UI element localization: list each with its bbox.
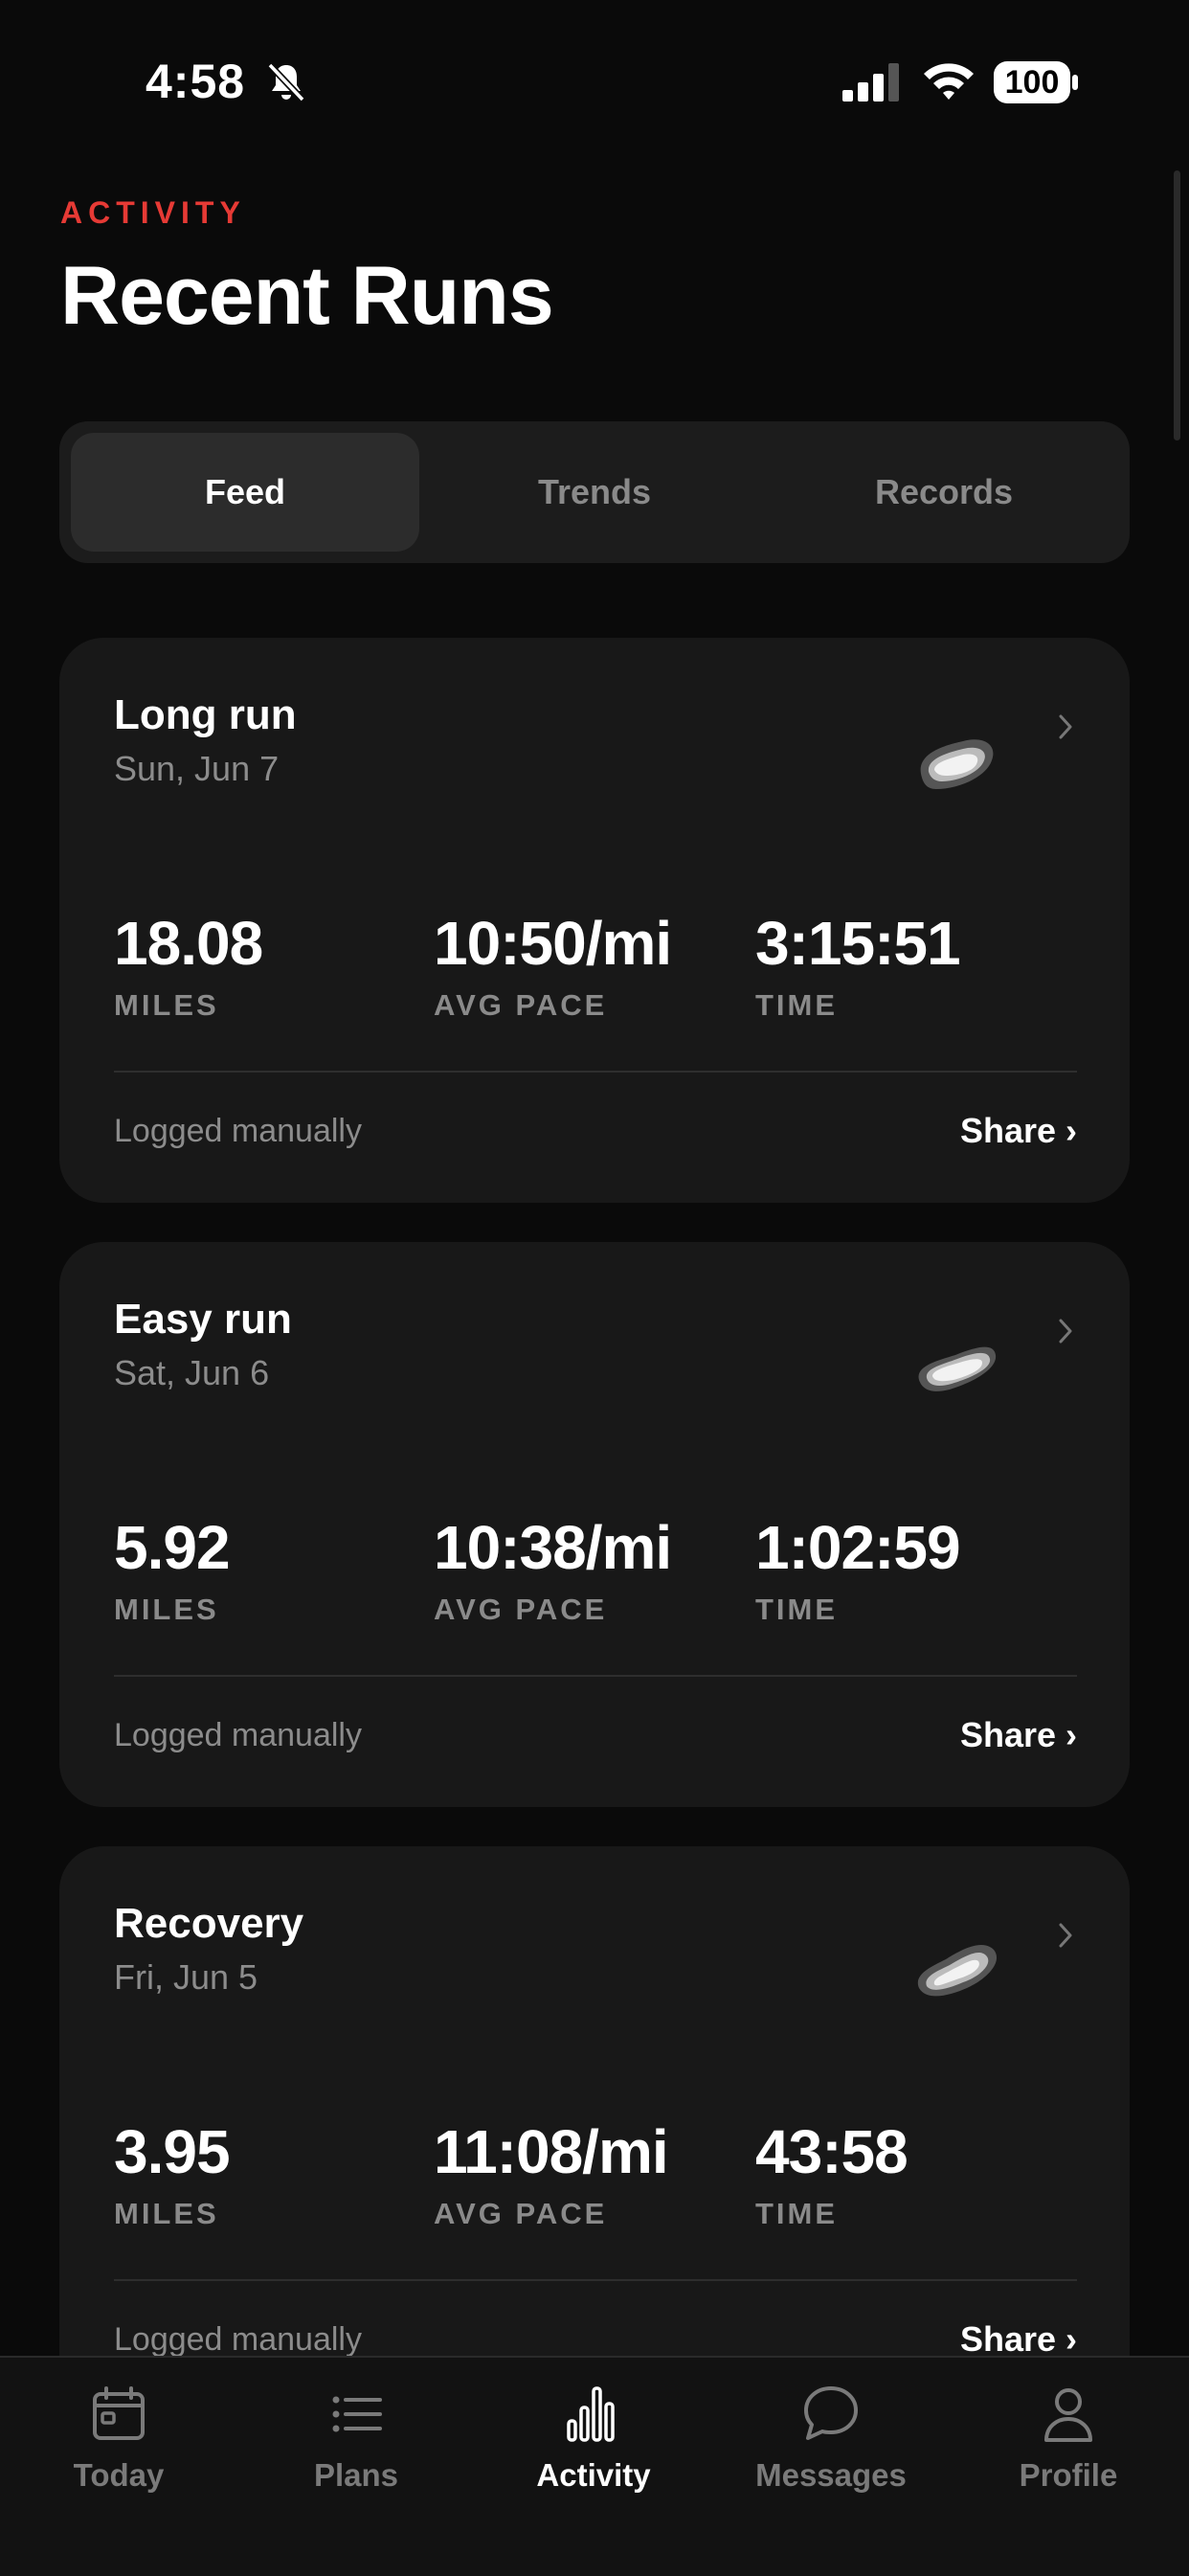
run-date: Sun, Jun 7 xyxy=(114,749,280,788)
tab-feed[interactable]: Feed xyxy=(71,433,419,552)
stat-avg-pace: 10:38/mi AVG PACE xyxy=(434,1513,672,1626)
route-map-icon xyxy=(920,739,994,789)
calendar-icon xyxy=(93,2386,145,2440)
cellular-signal-icon xyxy=(842,63,899,102)
divider xyxy=(114,1675,1077,1677)
tab-label: Profile xyxy=(1019,2457,1118,2493)
route-map-icon xyxy=(918,1346,997,1391)
divider xyxy=(114,1071,1077,1073)
log-source: Logged manually xyxy=(114,1113,362,1149)
tab-trends[interactable]: Trends xyxy=(420,433,769,552)
run-card[interactable]: Easy run Sat, Jun 6 5.92 MILES 10:38/mi … xyxy=(59,1242,1130,1807)
battery-level: 100 xyxy=(994,61,1070,103)
run-date: Fri, Jun 5 xyxy=(114,1957,258,1997)
tab-profile[interactable]: Profile xyxy=(950,2381,1187,2524)
tab-today[interactable]: Today xyxy=(0,2381,237,2524)
tab-bar: Today Plans Activity Messages Profile xyxy=(0,2356,1189,2576)
tab-activity[interactable]: Activity xyxy=(475,2381,712,2524)
log-source: Logged manually xyxy=(114,2321,362,2358)
wifi-icon xyxy=(924,63,974,100)
tab-records[interactable]: Records xyxy=(770,433,1118,552)
stat-avg-pace: 11:08/mi AVG PACE xyxy=(434,2117,669,2230)
share-button[interactable]: Share › xyxy=(960,2319,1077,2360)
chevron-right-icon[interactable] xyxy=(1057,712,1074,741)
stat-distance: 3.95 MILES xyxy=(114,2117,231,2230)
run-date: Sat, Jun 6 xyxy=(114,1353,270,1392)
bell-muted-icon xyxy=(267,62,305,102)
person-icon xyxy=(1044,2388,1092,2442)
page-title: Recent Runs xyxy=(60,250,554,342)
list-icon xyxy=(332,2396,382,2432)
stat-time: 1:02:59 TIME xyxy=(755,1513,961,1626)
run-title: Recovery xyxy=(114,1900,304,1947)
run-title: Long run xyxy=(114,691,297,738)
stat-time: 43:58 TIME xyxy=(755,2117,909,2230)
stat-distance: 18.08 MILES xyxy=(114,909,263,1022)
tab-label: Plans xyxy=(313,2457,399,2493)
chevron-right-icon[interactable] xyxy=(1057,1921,1074,1950)
stat-avg-pace: 10:50/mi AVG PACE xyxy=(434,909,672,1022)
chat-bubble-icon xyxy=(804,2386,858,2440)
segmented-control: Feed Trends Records xyxy=(59,421,1130,563)
battery-icon: 100 xyxy=(994,61,1080,103)
status-time: 4:58 xyxy=(146,55,246,108)
share-button[interactable]: Share › xyxy=(960,1715,1077,1755)
status-bar: 4:58 100 xyxy=(0,0,1189,163)
chevron-right-icon[interactable] xyxy=(1057,1317,1074,1345)
run-card[interactable]: Long run Sun, Jun 7 18.08 MILES 10:50/mi… xyxy=(59,638,1130,1203)
route-map-icon xyxy=(917,1944,998,1997)
tab-label: Messages xyxy=(755,2457,907,2493)
divider xyxy=(114,2279,1077,2281)
section-label: ACTIVITY xyxy=(60,195,246,230)
share-button[interactable]: Share › xyxy=(960,1111,1077,1151)
stat-time: 3:15:51 TIME xyxy=(755,909,961,1022)
run-title: Easy run xyxy=(114,1296,292,1343)
tab-messages[interactable]: Messages xyxy=(712,2381,950,2524)
stat-distance: 5.92 MILES xyxy=(114,1513,231,1626)
tab-label: Today xyxy=(73,2457,165,2493)
run-card[interactable]: Recovery Fri, Jun 5 3.95 MILES 11:08/mi … xyxy=(59,1846,1130,2411)
scroll-indicator[interactable] xyxy=(1174,170,1180,441)
bar-chart-icon xyxy=(567,2386,615,2442)
tab-label: Activity xyxy=(536,2457,651,2493)
tab-plans[interactable]: Plans xyxy=(237,2381,475,2524)
log-source: Logged manually xyxy=(114,1717,362,1753)
